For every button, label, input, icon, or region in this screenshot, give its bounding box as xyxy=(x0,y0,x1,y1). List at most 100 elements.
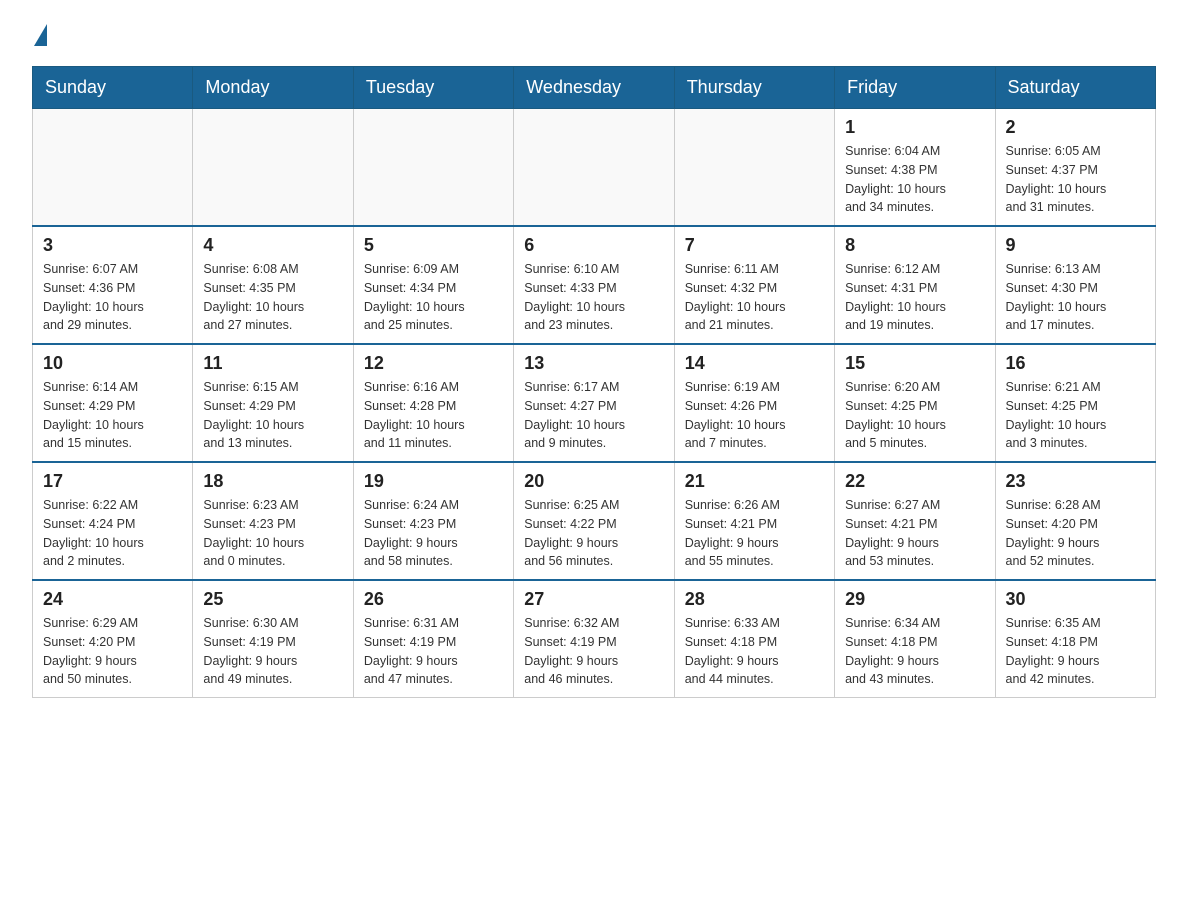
day-number: 15 xyxy=(845,353,984,374)
day-number: 3 xyxy=(43,235,182,256)
day-info: Sunrise: 6:05 AM Sunset: 4:37 PM Dayligh… xyxy=(1006,142,1145,217)
day-number: 21 xyxy=(685,471,824,492)
calendar-cell: 27 Sunrise: 6:32 AM Sunset: 4:19 PM Dayli… xyxy=(514,580,674,698)
day-number: 14 xyxy=(685,353,824,374)
day-info: Sunrise: 6:12 AM Sunset: 4:31 PM Dayligh… xyxy=(845,260,984,335)
day-number: 27 xyxy=(524,589,663,610)
day-number: 4 xyxy=(203,235,342,256)
day-number: 11 xyxy=(203,353,342,374)
day-number: 12 xyxy=(364,353,503,374)
calendar-cell: 21Sunrise: 6:26 AM Sunset: 4:21 PM Dayli… xyxy=(674,462,834,580)
week-row-4: 17 Sunrise: 6:22 AM Sunset: 4:24 PM Dayli… xyxy=(33,462,1156,580)
day-number: 13 xyxy=(524,353,663,374)
day-info: Sunrise: 6:32 AM Sunset: 4:19 PM Dayligh… xyxy=(524,614,663,689)
calendar-cell: 3 Sunrise: 6:07 AM Sunset: 4:36 PM Daylig… xyxy=(33,226,193,344)
calendar-cell: 5 Sunrise: 6:09 AM Sunset: 4:34 PM Daylig… xyxy=(353,226,513,344)
weekday-header-monday: Monday xyxy=(193,67,353,109)
calendar-cell: 4 Sunrise: 6:08 AM Sunset: 4:35 PM Daylig… xyxy=(193,226,353,344)
weekday-header-wednesday: Wednesday xyxy=(514,67,674,109)
calendar-cell: 24 Sunrise: 6:29 AM Sunset: 4:20 PM Dayli… xyxy=(33,580,193,698)
calendar-header: SundayMondayTuesdayWednesdayThursdayFrid… xyxy=(33,67,1156,109)
day-info: Sunrise: 6:21 AM Sunset: 4:25 PM Dayligh… xyxy=(1006,378,1145,453)
calendar-cell: 8 Sunrise: 6:12 AM Sunset: 4:31 PM Daylig… xyxy=(835,226,995,344)
week-row-5: 24 Sunrise: 6:29 AM Sunset: 4:20 PM Dayli… xyxy=(33,580,1156,698)
calendar-cell xyxy=(33,109,193,227)
weekday-header-row: SundayMondayTuesdayWednesdayThursdayFrid… xyxy=(33,67,1156,109)
calendar-cell: 20Sunrise: 6:25 AM Sunset: 4:22 PM Dayli… xyxy=(514,462,674,580)
calendar-cell: 28 Sunrise: 6:33 AM Sunset: 4:18 PM Dayli… xyxy=(674,580,834,698)
day-info: Sunrise: 6:28 AM Sunset: 4:20 PM Dayligh… xyxy=(1006,496,1145,571)
day-number: 9 xyxy=(1006,235,1145,256)
day-info: Sunrise: 6:15 AM Sunset: 4:29 PM Dayligh… xyxy=(203,378,342,453)
day-info: Sunrise: 6:34 AM Sunset: 4:18 PM Dayligh… xyxy=(845,614,984,689)
day-number: 2 xyxy=(1006,117,1145,138)
calendar-cell: 14 Sunrise: 6:19 AM Sunset: 4:26 PM Dayli… xyxy=(674,344,834,462)
calendar-cell: 1Sunrise: 6:04 AM Sunset: 4:38 PM Daylig… xyxy=(835,109,995,227)
calendar-cell: 22 Sunrise: 6:27 AM Sunset: 4:21 PM Dayli… xyxy=(835,462,995,580)
day-number: 8 xyxy=(845,235,984,256)
day-info: Sunrise: 6:04 AM Sunset: 4:38 PM Dayligh… xyxy=(845,142,984,217)
day-number: 28 xyxy=(685,589,824,610)
day-info: Sunrise: 6:27 AM Sunset: 4:21 PM Dayligh… xyxy=(845,496,984,571)
day-number: 6 xyxy=(524,235,663,256)
week-row-1: 1Sunrise: 6:04 AM Sunset: 4:38 PM Daylig… xyxy=(33,109,1156,227)
calendar-cell: 15 Sunrise: 6:20 AM Sunset: 4:25 PM Dayli… xyxy=(835,344,995,462)
weekday-header-sunday: Sunday xyxy=(33,67,193,109)
weekday-header-friday: Friday xyxy=(835,67,995,109)
day-info: Sunrise: 6:13 AM Sunset: 4:30 PM Dayligh… xyxy=(1006,260,1145,335)
day-info: Sunrise: 6:29 AM Sunset: 4:20 PM Dayligh… xyxy=(43,614,182,689)
day-info: Sunrise: 6:08 AM Sunset: 4:35 PM Dayligh… xyxy=(203,260,342,335)
day-info: Sunrise: 6:24 AM Sunset: 4:23 PM Dayligh… xyxy=(364,496,503,571)
day-info: Sunrise: 6:14 AM Sunset: 4:29 PM Dayligh… xyxy=(43,378,182,453)
calendar-cell: 9 Sunrise: 6:13 AM Sunset: 4:30 PM Daylig… xyxy=(995,226,1155,344)
day-info: Sunrise: 6:22 AM Sunset: 4:24 PM Dayligh… xyxy=(43,496,182,571)
calendar-cell: 26Sunrise: 6:31 AM Sunset: 4:19 PM Dayli… xyxy=(353,580,513,698)
day-number: 19 xyxy=(364,471,503,492)
calendar-cell: 18Sunrise: 6:23 AM Sunset: 4:23 PM Dayli… xyxy=(193,462,353,580)
calendar-cell: 16 Sunrise: 6:21 AM Sunset: 4:25 PM Dayli… xyxy=(995,344,1155,462)
day-info: Sunrise: 6:23 AM Sunset: 4:23 PM Dayligh… xyxy=(203,496,342,571)
calendar-cell xyxy=(353,109,513,227)
day-info: Sunrise: 6:30 AM Sunset: 4:19 PM Dayligh… xyxy=(203,614,342,689)
day-info: Sunrise: 6:33 AM Sunset: 4:18 PM Dayligh… xyxy=(685,614,824,689)
calendar-table: SundayMondayTuesdayWednesdayThursdayFrid… xyxy=(32,66,1156,698)
day-number: 24 xyxy=(43,589,182,610)
day-number: 7 xyxy=(685,235,824,256)
day-number: 29 xyxy=(845,589,984,610)
day-info: Sunrise: 6:20 AM Sunset: 4:25 PM Dayligh… xyxy=(845,378,984,453)
day-info: Sunrise: 6:17 AM Sunset: 4:27 PM Dayligh… xyxy=(524,378,663,453)
calendar-cell: 19 Sunrise: 6:24 AM Sunset: 4:23 PM Dayli… xyxy=(353,462,513,580)
calendar-cell xyxy=(193,109,353,227)
calendar-cell: 11 Sunrise: 6:15 AM Sunset: 4:29 PM Dayli… xyxy=(193,344,353,462)
day-info: Sunrise: 6:09 AM Sunset: 4:34 PM Dayligh… xyxy=(364,260,503,335)
week-row-2: 3 Sunrise: 6:07 AM Sunset: 4:36 PM Daylig… xyxy=(33,226,1156,344)
day-number: 5 xyxy=(364,235,503,256)
day-number: 10 xyxy=(43,353,182,374)
day-info: Sunrise: 6:16 AM Sunset: 4:28 PM Dayligh… xyxy=(364,378,503,453)
weekday-header-saturday: Saturday xyxy=(995,67,1155,109)
weekday-header-tuesday: Tuesday xyxy=(353,67,513,109)
day-number: 26 xyxy=(364,589,503,610)
weekday-header-thursday: Thursday xyxy=(674,67,834,109)
day-number: 22 xyxy=(845,471,984,492)
day-number: 16 xyxy=(1006,353,1145,374)
day-number: 23 xyxy=(1006,471,1145,492)
calendar-cell: 30Sunrise: 6:35 AM Sunset: 4:18 PM Dayli… xyxy=(995,580,1155,698)
calendar-cell: 23 Sunrise: 6:28 AM Sunset: 4:20 PM Dayli… xyxy=(995,462,1155,580)
day-info: Sunrise: 6:11 AM Sunset: 4:32 PM Dayligh… xyxy=(685,260,824,335)
day-number: 25 xyxy=(203,589,342,610)
calendar-cell: 13 Sunrise: 6:17 AM Sunset: 4:27 PM Dayli… xyxy=(514,344,674,462)
week-row-3: 10 Sunrise: 6:14 AM Sunset: 4:29 PM Dayli… xyxy=(33,344,1156,462)
calendar-cell xyxy=(674,109,834,227)
day-info: Sunrise: 6:07 AM Sunset: 4:36 PM Dayligh… xyxy=(43,260,182,335)
day-number: 17 xyxy=(43,471,182,492)
day-info: Sunrise: 6:19 AM Sunset: 4:26 PM Dayligh… xyxy=(685,378,824,453)
logo-triangle-icon xyxy=(34,24,47,46)
calendar-body: 1Sunrise: 6:04 AM Sunset: 4:38 PM Daylig… xyxy=(33,109,1156,698)
calendar-cell: 2 Sunrise: 6:05 AM Sunset: 4:37 PM Daylig… xyxy=(995,109,1155,227)
day-info: Sunrise: 6:10 AM Sunset: 4:33 PM Dayligh… xyxy=(524,260,663,335)
calendar-cell: 7 Sunrise: 6:11 AM Sunset: 4:32 PM Daylig… xyxy=(674,226,834,344)
calendar-cell: 17 Sunrise: 6:22 AM Sunset: 4:24 PM Dayli… xyxy=(33,462,193,580)
calendar-cell: 6 Sunrise: 6:10 AM Sunset: 4:33 PM Daylig… xyxy=(514,226,674,344)
page-header xyxy=(32,24,1156,46)
